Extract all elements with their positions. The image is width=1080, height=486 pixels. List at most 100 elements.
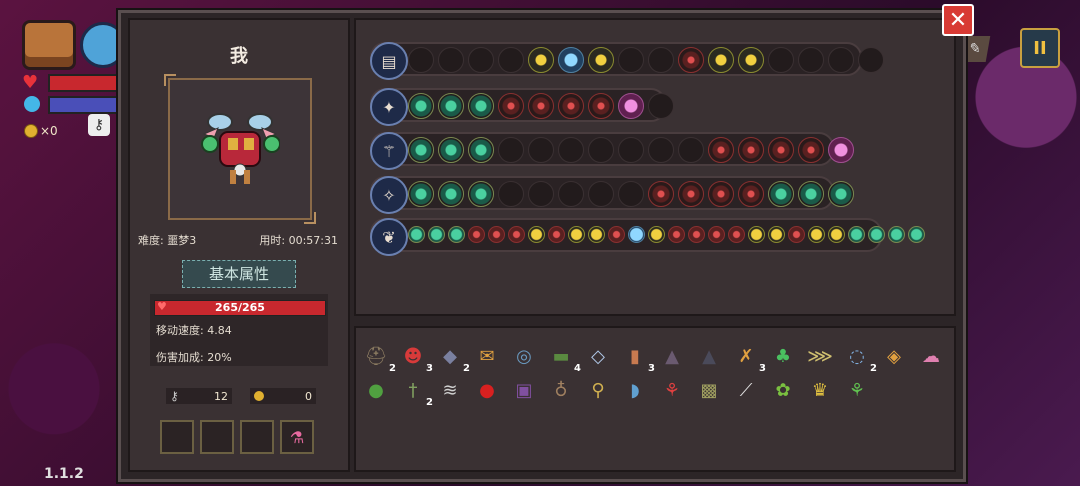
magnifier-icon[interactable]: ⚲ xyxy=(584,376,612,404)
staff-icon[interactable]: ⚚ xyxy=(370,132,408,170)
hat-icon[interactable]: ⛑ 2 xyxy=(362,342,396,375)
rune-slot[interactable] xyxy=(708,181,734,207)
rune-slot[interactable] xyxy=(568,226,585,243)
empty-slot[interactable] xyxy=(828,47,854,73)
rune-slot[interactable] xyxy=(438,181,464,207)
sword-icon[interactable]: † 2 xyxy=(399,376,434,409)
claw-icon[interactable]: ⋙ xyxy=(806,342,834,370)
empty-slot[interactable] xyxy=(498,137,524,163)
fish-icon[interactable]: ◗ xyxy=(621,376,649,404)
frog-icon[interactable]: ● xyxy=(362,376,390,404)
rune-slot[interactable] xyxy=(768,181,794,207)
chest-armor-icon[interactable]: ▩ xyxy=(695,376,723,404)
rune-slot[interactable] xyxy=(528,47,554,73)
rune-slot[interactable] xyxy=(738,181,764,207)
rune-slot[interactable] xyxy=(608,226,625,243)
rune-slot[interactable] xyxy=(768,226,785,243)
rune-slot[interactable] xyxy=(728,226,745,243)
crystal-icon[interactable]: ✦ xyxy=(370,88,408,126)
rune-slot[interactable] xyxy=(528,226,545,243)
rune-slot[interactable] xyxy=(408,181,434,207)
rune-slot[interactable] xyxy=(648,181,674,207)
rune-slot[interactable] xyxy=(708,47,734,73)
gem-icon[interactable]: ◈ xyxy=(880,342,908,370)
consumable-slot[interactable] xyxy=(240,420,274,454)
wand-icon[interactable]: ✧ xyxy=(370,176,408,214)
boot-icon[interactable]: ▮ 3 xyxy=(621,342,655,375)
rune-slot[interactable] xyxy=(808,226,825,243)
rune-slot[interactable] xyxy=(438,93,464,119)
rune-slot[interactable] xyxy=(588,226,605,243)
globe-icon[interactable]: ◎ xyxy=(510,342,538,370)
empty-slot[interactable] xyxy=(618,47,644,73)
leaf-icon[interactable]: ✿ xyxy=(769,376,797,404)
cloak-icon[interactable]: ▲ xyxy=(658,342,686,370)
robe-icon[interactable]: ▲ xyxy=(695,342,723,370)
empty-slot[interactable] xyxy=(648,47,674,73)
empty-slot[interactable] xyxy=(528,137,554,163)
rune-slot[interactable] xyxy=(558,93,584,119)
close-button[interactable]: ✕ xyxy=(942,4,974,36)
consumable-slot[interactable] xyxy=(200,420,234,454)
sprout-icon[interactable]: ⚘ xyxy=(843,376,871,404)
rune-slot[interactable] xyxy=(488,226,505,243)
rune-slot[interactable] xyxy=(508,226,525,243)
rune-slot[interactable] xyxy=(908,226,925,243)
pause-button[interactable]: II xyxy=(1020,28,1060,68)
rune-slot[interactable] xyxy=(668,226,685,243)
rune-slot[interactable] xyxy=(798,181,824,207)
rune-slot[interactable] xyxy=(688,226,705,243)
rune-slot[interactable] xyxy=(798,137,824,163)
ring-icon[interactable]: ◌ 2 xyxy=(843,342,877,375)
basic-attributes-tab[interactable]: 基本属性 xyxy=(182,260,296,288)
rune-slot[interactable] xyxy=(828,137,854,163)
rune-slot[interactable] xyxy=(408,226,425,243)
demon-mask-icon[interactable]: ☻ 3 xyxy=(399,342,433,375)
rune-slot[interactable] xyxy=(828,226,845,243)
rune-slot[interactable] xyxy=(868,226,885,243)
rune-slot[interactable] xyxy=(468,226,485,243)
empty-slot[interactable] xyxy=(558,181,584,207)
empty-slot[interactable] xyxy=(618,137,644,163)
red-orb-icon[interactable]: ● xyxy=(473,376,501,404)
rune-slot[interactable] xyxy=(408,93,434,119)
bottle-icon[interactable]: ♁ xyxy=(547,376,575,404)
rune-slot[interactable] xyxy=(748,226,765,243)
empty-slot[interactable] xyxy=(768,47,794,73)
rune-slot[interactable] xyxy=(588,47,614,73)
rune-slot[interactable] xyxy=(678,181,704,207)
rune-slot[interactable] xyxy=(738,137,764,163)
potion-slot[interactable]: ⚗ xyxy=(280,420,314,454)
rune-slot[interactable] xyxy=(558,47,584,73)
rune-slot[interactable] xyxy=(548,226,565,243)
rune-slot[interactable] xyxy=(888,226,905,243)
empty-slot[interactable] xyxy=(498,181,524,207)
rune-slot[interactable] xyxy=(708,226,725,243)
empty-slot[interactable] xyxy=(648,137,674,163)
rune-slot[interactable] xyxy=(648,226,665,243)
empty-slot[interactable] xyxy=(438,47,464,73)
rune-slot[interactable] xyxy=(468,181,494,207)
empty-slot[interactable] xyxy=(588,181,614,207)
armor-icon[interactable]: ◆ 2 xyxy=(436,342,470,375)
rune-slot[interactable] xyxy=(618,93,644,119)
rune-slot[interactable] xyxy=(738,47,764,73)
empty-slot[interactable] xyxy=(558,137,584,163)
rune-slot[interactable] xyxy=(428,226,445,243)
rune-slot[interactable] xyxy=(768,137,794,163)
brain-icon[interactable]: ☁ xyxy=(917,342,945,370)
rune-slot[interactable] xyxy=(528,93,554,119)
diamond-icon[interactable]: ◇ xyxy=(584,342,612,370)
rune-slot[interactable] xyxy=(848,226,865,243)
empty-slot[interactable] xyxy=(648,93,674,119)
rune-slot[interactable] xyxy=(828,181,854,207)
belt-icon[interactable]: ▬ 4 xyxy=(547,342,581,375)
empty-slot[interactable] xyxy=(858,47,884,73)
tome-icon[interactable]: ▣ xyxy=(510,376,538,404)
empty-slot[interactable] xyxy=(408,47,434,73)
scroll-icon[interactable]: ✉ xyxy=(473,342,501,370)
branch-icon[interactable]: ❦ xyxy=(370,218,408,256)
rune-slot[interactable] xyxy=(438,137,464,163)
inventory-chest-button[interactable] xyxy=(22,20,76,70)
empty-slot[interactable] xyxy=(468,47,494,73)
